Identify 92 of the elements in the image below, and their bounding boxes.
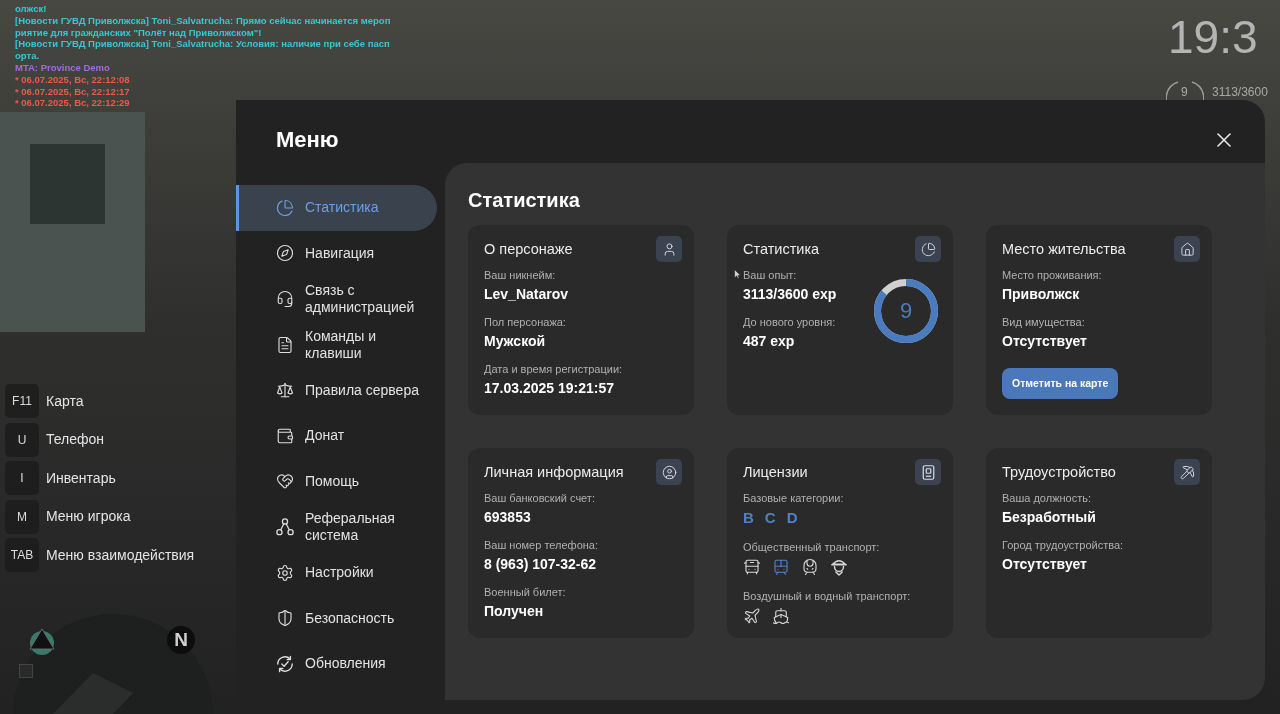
field-label: Город трудоустройства: bbox=[1002, 538, 1124, 552]
field-value: 487 exp bbox=[743, 332, 795, 350]
field-label: Базовые категории: bbox=[743, 491, 844, 505]
field-label: Ваша должность: bbox=[1002, 491, 1092, 505]
field-value: Безработный bbox=[1002, 508, 1096, 526]
connected-nodes-icon bbox=[276, 517, 294, 536]
field-label: Воздушный и водный транспорт: bbox=[743, 589, 911, 603]
headset-icon bbox=[276, 290, 294, 308]
field-value: Мужской bbox=[484, 332, 546, 350]
sidebar-item[interactable]: Обновления bbox=[236, 640, 437, 687]
chat-line: олжск! bbox=[15, 3, 47, 15]
hotkey-key: TAB bbox=[5, 538, 39, 573]
sidebar-item[interactable]: Помощь bbox=[236, 458, 437, 505]
chat-line: [Новости ГУВД Приволжска] Toni_Salvatrucha: Прямо сейчас начинается мероп bbox=[15, 14, 391, 27]
sidebar-item[interactable]: Правила сервера bbox=[236, 367, 437, 413]
sidebar-item[interactable]: Статистика bbox=[236, 185, 437, 231]
wallet-icon bbox=[276, 426, 294, 445]
license-category: D bbox=[786, 508, 798, 528]
hotkey-label: Меню взаимодействия bbox=[46, 545, 195, 565]
hotkey-label: Инвентарь bbox=[46, 468, 116, 488]
field-value: Получен bbox=[484, 602, 544, 620]
sidebar-item[interactable]: Связь с администрацией bbox=[236, 276, 437, 322]
hud-experience: 3113/3600 bbox=[1212, 86, 1268, 99]
refresh-check-icon bbox=[276, 654, 294, 673]
id-badge-icon bbox=[915, 459, 941, 485]
shield-icon bbox=[276, 609, 294, 628]
player-marker-icon bbox=[28, 628, 56, 656]
sidebar-item[interactable]: Реферальная система bbox=[236, 504, 437, 550]
house-icon bbox=[1174, 236, 1200, 262]
pie-chart-icon bbox=[276, 198, 294, 217]
show-on-map-button[interactable]: Отметить на карте bbox=[1002, 368, 1119, 399]
map-square-icon bbox=[19, 664, 33, 678]
field-label: Пол персонажа: bbox=[484, 315, 566, 329]
field-value: Отсутствует bbox=[1002, 332, 1087, 350]
hotkey-label: Карта bbox=[46, 391, 84, 411]
card-title: Личная информация bbox=[484, 463, 624, 481]
field-value: Lev_Natarov bbox=[484, 285, 569, 303]
sidebar-item[interactable]: Настройки bbox=[236, 549, 437, 596]
hotkey-key: I bbox=[5, 461, 39, 496]
pie-chart-icon bbox=[915, 236, 941, 262]
field-label: Вид имущества: bbox=[1002, 315, 1085, 329]
card-title: Место жительства bbox=[1002, 240, 1126, 258]
level-number: 9 bbox=[898, 297, 914, 325]
settings-icon bbox=[276, 563, 294, 582]
document-icon bbox=[276, 335, 294, 354]
hotkey-key: U bbox=[5, 422, 39, 457]
field-label: Дата и время регистрации: bbox=[484, 362, 623, 376]
card-title: Трудоустройство bbox=[1002, 463, 1116, 481]
sidebar-item[interactable]: Навигация bbox=[236, 230, 437, 277]
hotkey-key: F11 bbox=[5, 384, 39, 418]
field-value: 17.03.2025 19:21:57 bbox=[484, 379, 614, 397]
hotkey-label: Меню игрока bbox=[46, 507, 131, 527]
section-heading: Статистика bbox=[468, 188, 580, 212]
field-label: До нового уровня: bbox=[743, 315, 836, 329]
chat-line: * 06.07.2025, Вс, 22:12:08 bbox=[15, 73, 130, 86]
chat-line: MTA: Province Demo bbox=[15, 62, 110, 74]
field-label: Ваш номер телефона: bbox=[484, 538, 598, 552]
user-icon bbox=[656, 236, 682, 262]
field-label: Ваш никнейм: bbox=[484, 268, 556, 282]
card-title: Лицензии bbox=[743, 463, 808, 481]
field-label: Военный билет: bbox=[484, 585, 566, 599]
pickaxe-icon bbox=[1174, 459, 1200, 485]
sidebar-item[interactable]: Донат bbox=[236, 412, 437, 459]
hotkey-key: M bbox=[5, 499, 39, 534]
scales-icon bbox=[276, 381, 294, 400]
chat-line: орта. bbox=[15, 50, 40, 62]
mouse-cursor-icon bbox=[734, 269, 741, 279]
field-label: Общественный транспорт: bbox=[743, 540, 880, 554]
compass-icon bbox=[276, 244, 294, 263]
chat-line: риятие для гражданских "Полёт над Приволжском"! bbox=[15, 26, 262, 39]
field-label: Ваш опыт: bbox=[743, 268, 797, 282]
field-label: Место проживания: bbox=[1002, 268, 1102, 282]
field-value: Отсутствует bbox=[1002, 555, 1087, 573]
field-value: 8 (963) 107-32-62 bbox=[484, 555, 597, 573]
field-value: 693853 bbox=[484, 508, 531, 526]
chat-line: * 06.07.2025, Вс, 22:12:29 bbox=[15, 97, 130, 110]
menu-title: Меню bbox=[276, 126, 339, 154]
heart-handshake-icon bbox=[276, 472, 294, 491]
card-title: Статистика bbox=[743, 240, 820, 258]
field-value: 3113/3600 exp bbox=[743, 285, 837, 303]
clock-time: 19:3 bbox=[1168, 14, 1258, 60]
sidebar-item[interactable]: Безопасность bbox=[236, 595, 437, 641]
sidebar-item[interactable]: Команды и клавиши bbox=[236, 321, 437, 368]
hud-level-number: 9 bbox=[1181, 86, 1188, 99]
field-value: Приволжск bbox=[1002, 285, 1080, 303]
license-category: B bbox=[743, 508, 754, 528]
license-category: C bbox=[764, 508, 776, 528]
card-title: О персонаже bbox=[484, 240, 573, 258]
chat-line: [Новости ГУВД Приволжска] Toni_Salvatrucha: Условия: наличие при себе пасп bbox=[15, 38, 390, 51]
field-label: Ваш банковский счет: bbox=[484, 491, 595, 505]
chat-line: * 06.07.2025, Вс, 22:12:17 bbox=[15, 85, 130, 98]
hotkey-label: Телефон bbox=[46, 430, 105, 450]
